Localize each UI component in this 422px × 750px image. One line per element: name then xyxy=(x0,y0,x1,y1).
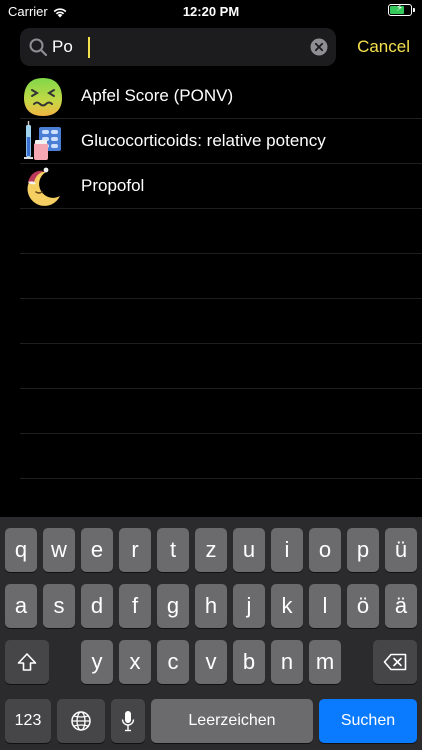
key-q[interactable]: q xyxy=(5,528,37,572)
key-j[interactable]: j xyxy=(233,584,265,628)
key-f[interactable]: f xyxy=(119,584,151,628)
key-g[interactable]: g xyxy=(157,584,189,628)
sleeping-moon-icon xyxy=(27,167,60,206)
key-y[interactable]: y xyxy=(81,640,113,684)
list-item[interactable]: Propofol xyxy=(0,164,422,209)
globe-key[interactable] xyxy=(57,699,105,743)
shift-key[interactable] xyxy=(5,640,49,684)
item-label: Propofol xyxy=(81,176,145,195)
search-field[interactable] xyxy=(20,28,336,66)
search-icon xyxy=(29,38,48,57)
key-ue[interactable]: ü xyxy=(385,528,417,572)
list-item[interactable]: Apfel Score (PONV) xyxy=(0,74,422,119)
key-i[interactable]: i xyxy=(271,528,303,572)
key-e[interactable]: e xyxy=(81,528,113,572)
key-c[interactable]: c xyxy=(157,640,189,684)
list-item[interactable]: Glucocorticoids: relative potency xyxy=(0,119,422,164)
search-screen: Carrier 12:20 PM ⚡ Po Cancel Apfel Score… xyxy=(0,0,422,750)
status-time: 12:20 PM xyxy=(182,4,240,19)
key-n[interactable]: n xyxy=(271,640,303,684)
numbers-key[interactable]: 123 xyxy=(5,699,51,743)
search-submit-key[interactable]: Suchen xyxy=(319,699,417,743)
syringe-pills-icon xyxy=(24,121,61,160)
charging-bolt-icon: ⚡ xyxy=(396,3,404,14)
globe-icon xyxy=(71,711,91,731)
key-z[interactable]: z xyxy=(195,528,227,572)
item-label: Glucocorticoids: relative potency xyxy=(81,131,326,150)
key-ae[interactable]: ä xyxy=(385,584,417,628)
key-b[interactable]: b xyxy=(233,640,265,684)
backspace-key[interactable] xyxy=(373,640,417,684)
key-u[interactable]: u xyxy=(233,528,265,572)
clear-text-icon[interactable] xyxy=(310,38,328,56)
key-k[interactable]: k xyxy=(271,584,303,628)
status-bar: Carrier 12:20 PM ⚡ xyxy=(0,0,422,24)
key-p[interactable]: p xyxy=(347,528,379,572)
key-s[interactable]: s xyxy=(43,584,75,628)
key-o[interactable]: o xyxy=(309,528,341,572)
battery-icon: ⚡ xyxy=(388,3,415,16)
key-a[interactable]: a xyxy=(5,584,37,628)
space-key[interactable]: Leerzeichen xyxy=(151,699,313,743)
microphone-icon xyxy=(121,711,135,732)
backspace-icon xyxy=(383,653,407,671)
key-d[interactable]: d xyxy=(81,584,113,628)
nauseous-face-icon xyxy=(24,78,62,116)
empty-row xyxy=(0,254,422,299)
search-bar: Cancel xyxy=(0,26,422,72)
text-caret xyxy=(88,37,90,58)
empty-row xyxy=(0,299,422,344)
key-r[interactable]: r xyxy=(119,528,151,572)
key-h[interactable]: h xyxy=(195,584,227,628)
key-t[interactable]: t xyxy=(157,528,189,572)
key-l[interactable]: l xyxy=(309,584,341,628)
software-keyboard: q w e r t z u i o p ü a s d f g h j k l … xyxy=(0,517,422,750)
key-oe[interactable]: ö xyxy=(347,584,379,628)
key-x[interactable]: x xyxy=(119,640,151,684)
shift-icon xyxy=(17,653,37,671)
empty-row xyxy=(0,434,422,479)
empty-row xyxy=(0,209,422,254)
empty-row xyxy=(0,389,422,434)
item-label: Apfel Score (PONV) xyxy=(81,86,234,105)
empty-row xyxy=(0,344,422,389)
dictation-key[interactable] xyxy=(111,699,145,743)
key-v[interactable]: v xyxy=(195,640,227,684)
key-m[interactable]: m xyxy=(309,640,341,684)
key-w[interactable]: w xyxy=(43,528,75,572)
cancel-button[interactable]: Cancel xyxy=(340,32,410,62)
search-results-list: Apfel Score (PONV) Glucocorticoids: rela… xyxy=(0,74,422,479)
